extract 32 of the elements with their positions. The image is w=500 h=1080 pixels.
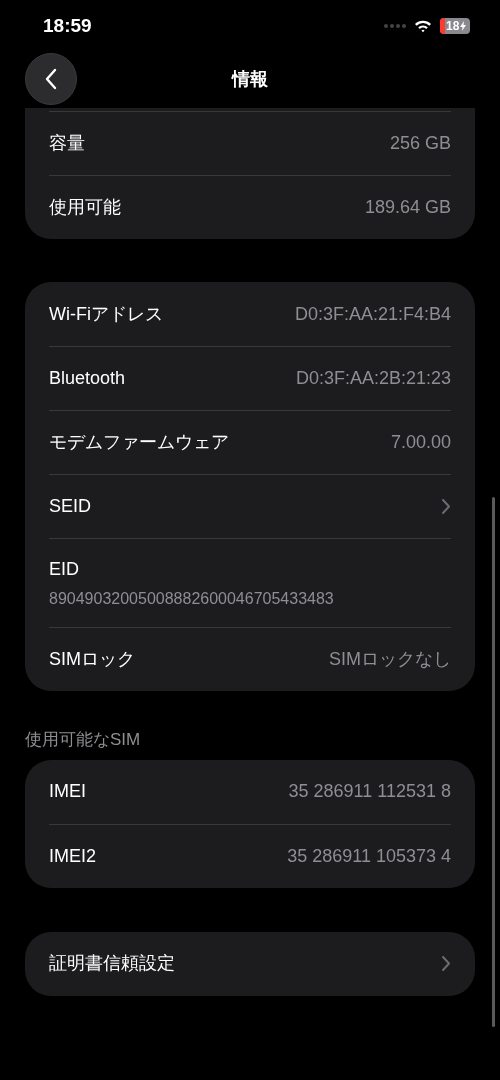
- row-label: 使用可能: [49, 196, 121, 219]
- chevron-icon: [441, 955, 451, 972]
- row-value: D0:3F:AA:21:F4:B4: [294, 302, 451, 326]
- signal-icon: [384, 24, 406, 28]
- row-value: 7.00.00: [390, 431, 451, 454]
- row-value: 256 GB: [389, 132, 451, 155]
- wifi-icon: [414, 19, 432, 33]
- back-button[interactable]: [25, 53, 77, 105]
- row-value: 35 286911 112531 8: [288, 780, 451, 803]
- settings-row[interactable]: SEID: [49, 474, 451, 538]
- row-label: 証明書信頼設定: [49, 952, 175, 975]
- row-label: モデムファームウェア: [49, 431, 229, 454]
- back-icon: [45, 68, 57, 90]
- page-title: 情報: [232, 67, 268, 91]
- row-label: 容量: [49, 132, 85, 155]
- row-label: SEID: [49, 495, 91, 518]
- row-value: 35 286911 105373 4: [287, 844, 451, 868]
- row-value: SIMロックなし: [329, 648, 451, 671]
- chevron-icon: [441, 498, 451, 515]
- section-header: 使用可能なSIM: [25, 730, 141, 749]
- battery-icon: 18: [440, 18, 470, 34]
- row-label: Wi-Fiアドレス: [49, 302, 163, 326]
- settings-row[interactable]: 証明書信頼設定: [49, 931, 451, 996]
- row-value: 189.64 GB: [364, 196, 451, 219]
- row-label: Bluetooth: [49, 367, 126, 390]
- row-label: EID: [49, 557, 80, 581]
- row-value: 89049032005008882600046705433483: [49, 588, 335, 609]
- row-value: D0:3F:AA:2B:21:23: [295, 367, 451, 390]
- row-label: SIMロック: [49, 648, 135, 671]
- status-time: 18:59: [43, 13, 92, 38]
- row-label: IMEI2: [49, 844, 96, 868]
- row-label: IMEI: [49, 780, 86, 803]
